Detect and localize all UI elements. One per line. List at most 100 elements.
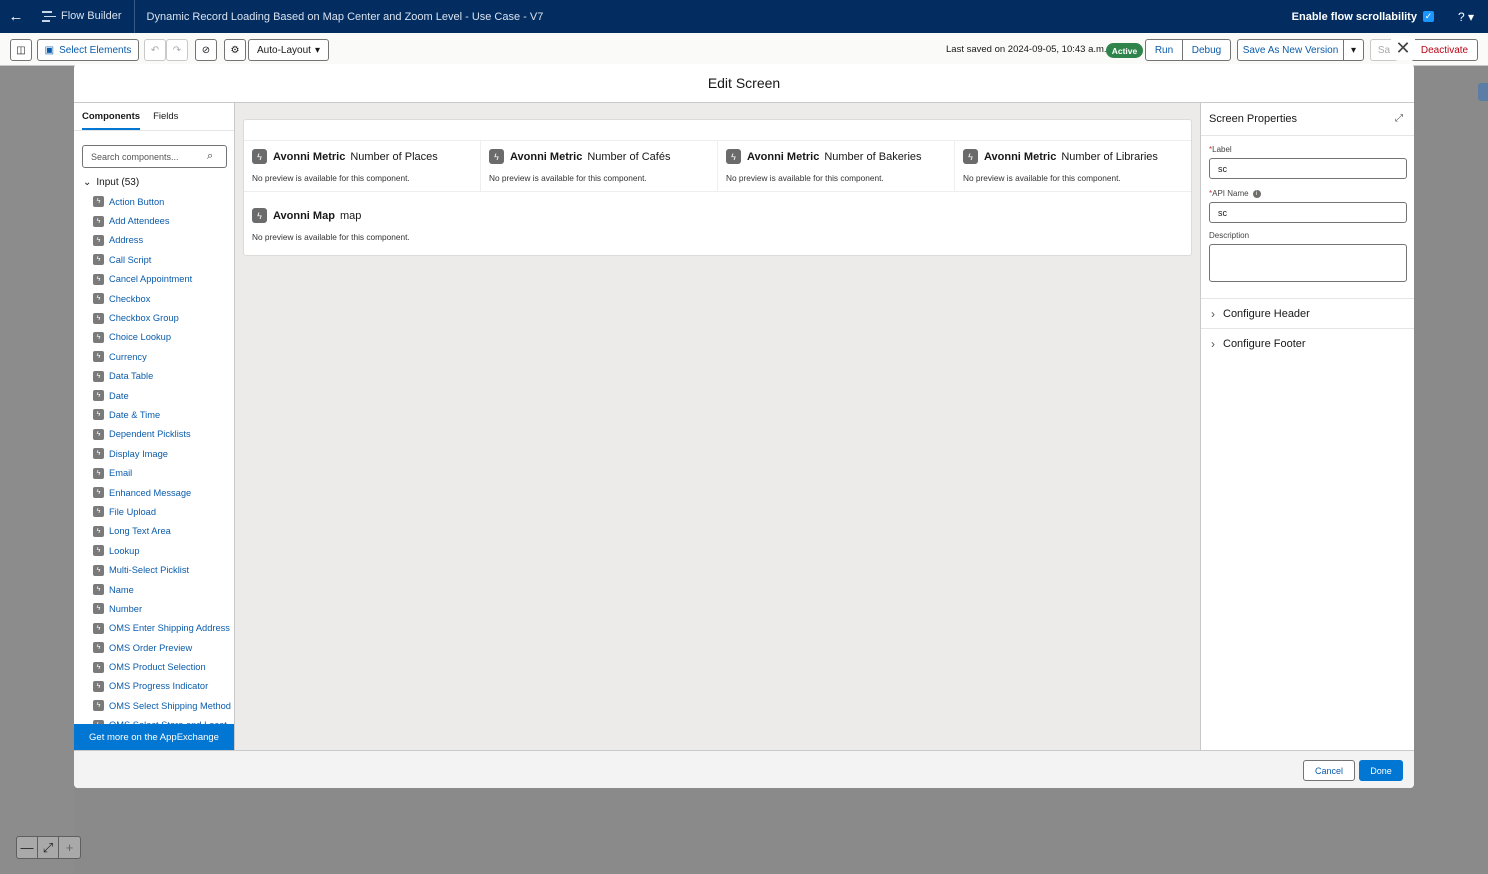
metric-component[interactable]: ϟ Avonni Metric Number of Places No preview… bbox=[244, 141, 481, 191]
list-item[interactable]: ϟ Currency bbox=[93, 347, 233, 366]
list-item[interactable]: ϟ Checkbox bbox=[93, 289, 233, 308]
list-item[interactable]: ϟ Date & Time bbox=[93, 405, 233, 424]
component-icon: ϟ bbox=[93, 215, 104, 227]
list-item[interactable]: ϟ OMS Product Selection bbox=[93, 657, 233, 676]
list-item-label: Dependent Picklists bbox=[109, 429, 191, 440]
deactivate-button[interactable]: Deactivate bbox=[1411, 39, 1478, 61]
side-panel-tab[interactable] bbox=[1478, 83, 1488, 101]
info-icon[interactable]: i bbox=[1252, 189, 1261, 198]
topbar-right: Enable flow scrollability ✓ ? ▾ bbox=[1292, 0, 1474, 33]
component-preview-text: No preview is available for this compone… bbox=[252, 232, 410, 242]
list-item-label: Checkbox Group bbox=[109, 313, 179, 324]
list-item[interactable]: ϟ Checkbox Group bbox=[93, 308, 233, 327]
cancel-button[interactable]: Cancel bbox=[1303, 760, 1355, 781]
list-item-label: Currency bbox=[109, 351, 147, 362]
configure-footer-section[interactable]: › Configure Footer bbox=[1201, 328, 1414, 358]
component-name: Number of Cafés bbox=[587, 150, 671, 163]
metric-component[interactable]: ϟ Avonni Metric Number of Libraries No prev… bbox=[955, 141, 1191, 191]
properties-title: Screen Properties bbox=[1201, 103, 1414, 136]
list-item[interactable]: ϟ File Upload bbox=[93, 502, 233, 521]
api-name-text: API Name bbox=[1212, 189, 1249, 198]
modal-title: Edit Screen bbox=[74, 64, 1414, 103]
layout-select[interactable]: Auto-Layout ▾ bbox=[248, 39, 329, 61]
appexchange-link[interactable]: Get more on the AppExchange bbox=[74, 724, 234, 750]
list-item[interactable]: ϟ Display Image bbox=[93, 444, 233, 463]
list-item[interactable]: ϟ Name bbox=[93, 580, 233, 599]
scrollability-checkbox[interactable]: ✓ bbox=[1422, 11, 1434, 22]
api-name-input[interactable]: sc bbox=[1209, 202, 1407, 223]
list-item[interactable]: ϟ OMS Order Preview bbox=[93, 638, 233, 657]
description-textarea[interactable] bbox=[1209, 244, 1407, 282]
select-elements-button[interactable]: ▣ Select Elements bbox=[37, 39, 139, 61]
list-item[interactable]: ϟ Data Table bbox=[93, 367, 233, 386]
settings-button[interactable]: ⚙ bbox=[224, 39, 246, 61]
help-menu[interactable]: ? ▾ bbox=[1458, 10, 1474, 24]
configure-header-label: Configure Header bbox=[1223, 307, 1310, 320]
component-icon: ϟ bbox=[93, 428, 104, 440]
back-arrow-icon[interactable]: ← bbox=[0, 0, 32, 33]
lightning-icon: ϟ bbox=[726, 149, 741, 164]
expand-icon[interactable]: ⤢ bbox=[1395, 113, 1403, 124]
undo-button[interactable]: ↶ bbox=[144, 39, 166, 61]
component-preview-text: No preview is available for this compone… bbox=[252, 173, 410, 183]
metric-component[interactable]: ϟ Avonni Metric Number of Bakeries No previ… bbox=[718, 141, 955, 191]
lightning-icon: ϟ bbox=[489, 149, 504, 164]
list-item[interactable]: ϟ OMS Select Shipping Method bbox=[93, 696, 233, 715]
list-item[interactable]: ϟ Action Button bbox=[93, 192, 233, 211]
component-title: ϟ Avonni Metric Number of Libraries bbox=[963, 149, 1183, 164]
component-type: Avonni Metric bbox=[984, 150, 1057, 163]
list-item[interactable]: ϟ Enhanced Message bbox=[93, 483, 233, 502]
list-item[interactable]: ϟ Multi-Select Picklist bbox=[93, 560, 233, 579]
list-item-label: Display Image bbox=[109, 448, 168, 459]
component-icon: ϟ bbox=[93, 467, 104, 479]
run-button[interactable]: Run bbox=[1145, 39, 1183, 61]
error-check-button[interactable]: ⊘ bbox=[195, 39, 217, 61]
component-type: Avonni Metric bbox=[510, 150, 583, 163]
metric-component[interactable]: ϟ Avonni Metric Number of Cafés No preview … bbox=[481, 141, 718, 191]
flow-builder-icon bbox=[42, 10, 56, 24]
list-item[interactable]: ϟ Cancel Appointment bbox=[93, 270, 233, 289]
undo-icon: ↶ bbox=[150, 44, 160, 56]
component-title: ϟ Avonni Map map bbox=[252, 208, 410, 223]
screen-properties-panel: Screen Properties ⤢ *Label sc *API Name i… bbox=[1200, 103, 1414, 750]
list-item[interactable]: ϟ OMS Enter Shipping Address bbox=[93, 619, 233, 638]
done-button[interactable]: Done bbox=[1359, 760, 1403, 781]
description-label: Description bbox=[1209, 231, 1250, 240]
tab-components[interactable]: Components bbox=[82, 103, 141, 130]
fit-view-icon[interactable]: ⤢ bbox=[38, 837, 59, 858]
list-item[interactable]: ϟ Long Text Area bbox=[93, 522, 233, 541]
save-options-button[interactable]: ▾ bbox=[1343, 39, 1364, 61]
input-section-header[interactable]: ⌄ Input (53) bbox=[83, 177, 139, 188]
toggle-panel-button[interactable]: ◫ bbox=[10, 39, 32, 61]
zoom-out-icon[interactable]: — bbox=[17, 837, 38, 858]
list-item[interactable]: ϟ OMS Progress Indicator bbox=[93, 677, 233, 696]
list-item[interactable]: ϟ Lookup bbox=[93, 541, 233, 560]
tab-fields[interactable]: Fields bbox=[153, 103, 178, 130]
zoom-in-icon[interactable]: + bbox=[59, 837, 80, 858]
list-item[interactable]: ϟ Call Script bbox=[93, 250, 233, 269]
component-icon: ϟ bbox=[93, 370, 104, 382]
component-icon: ϟ bbox=[93, 448, 104, 460]
list-item[interactable]: ϟ Address bbox=[93, 231, 233, 250]
list-item[interactable]: ϟ Dependent Picklists bbox=[93, 425, 233, 444]
component-icon: ϟ bbox=[93, 642, 104, 654]
list-item[interactable]: ϟOMS Select Store and Locat bbox=[93, 716, 233, 724]
component-icon: ϟ bbox=[93, 312, 104, 324]
components-palette: Components Fields Search components... ⌕… bbox=[74, 103, 235, 750]
label-input[interactable]: sc bbox=[1209, 158, 1407, 179]
list-item-label: File Upload bbox=[109, 506, 157, 517]
list-item[interactable]: ϟ Choice Lookup bbox=[93, 328, 233, 347]
list-item[interactable]: ϟ Add Attendees bbox=[93, 211, 233, 230]
configure-header-section[interactable]: › Configure Header bbox=[1201, 298, 1414, 328]
component-title: ϟ Avonni Metric Number of Cafés bbox=[489, 149, 709, 164]
debug-button[interactable]: Debug bbox=[1182, 39, 1231, 61]
component-icon: ϟ bbox=[93, 506, 104, 518]
map-component[interactable]: ϟ Avonni Map map No preview is available… bbox=[252, 208, 410, 242]
redo-button[interactable]: ↷ bbox=[166, 39, 188, 61]
list-item[interactable]: ϟ Email bbox=[93, 463, 233, 482]
close-icon[interactable]: ✕ bbox=[1391, 36, 1415, 60]
search-components-input[interactable]: Search components... bbox=[82, 145, 227, 168]
save-as-new-version-button[interactable]: Save As New Version bbox=[1237, 39, 1344, 61]
list-item[interactable]: ϟ Date bbox=[93, 386, 233, 405]
list-item[interactable]: ϟ Number bbox=[93, 599, 233, 618]
